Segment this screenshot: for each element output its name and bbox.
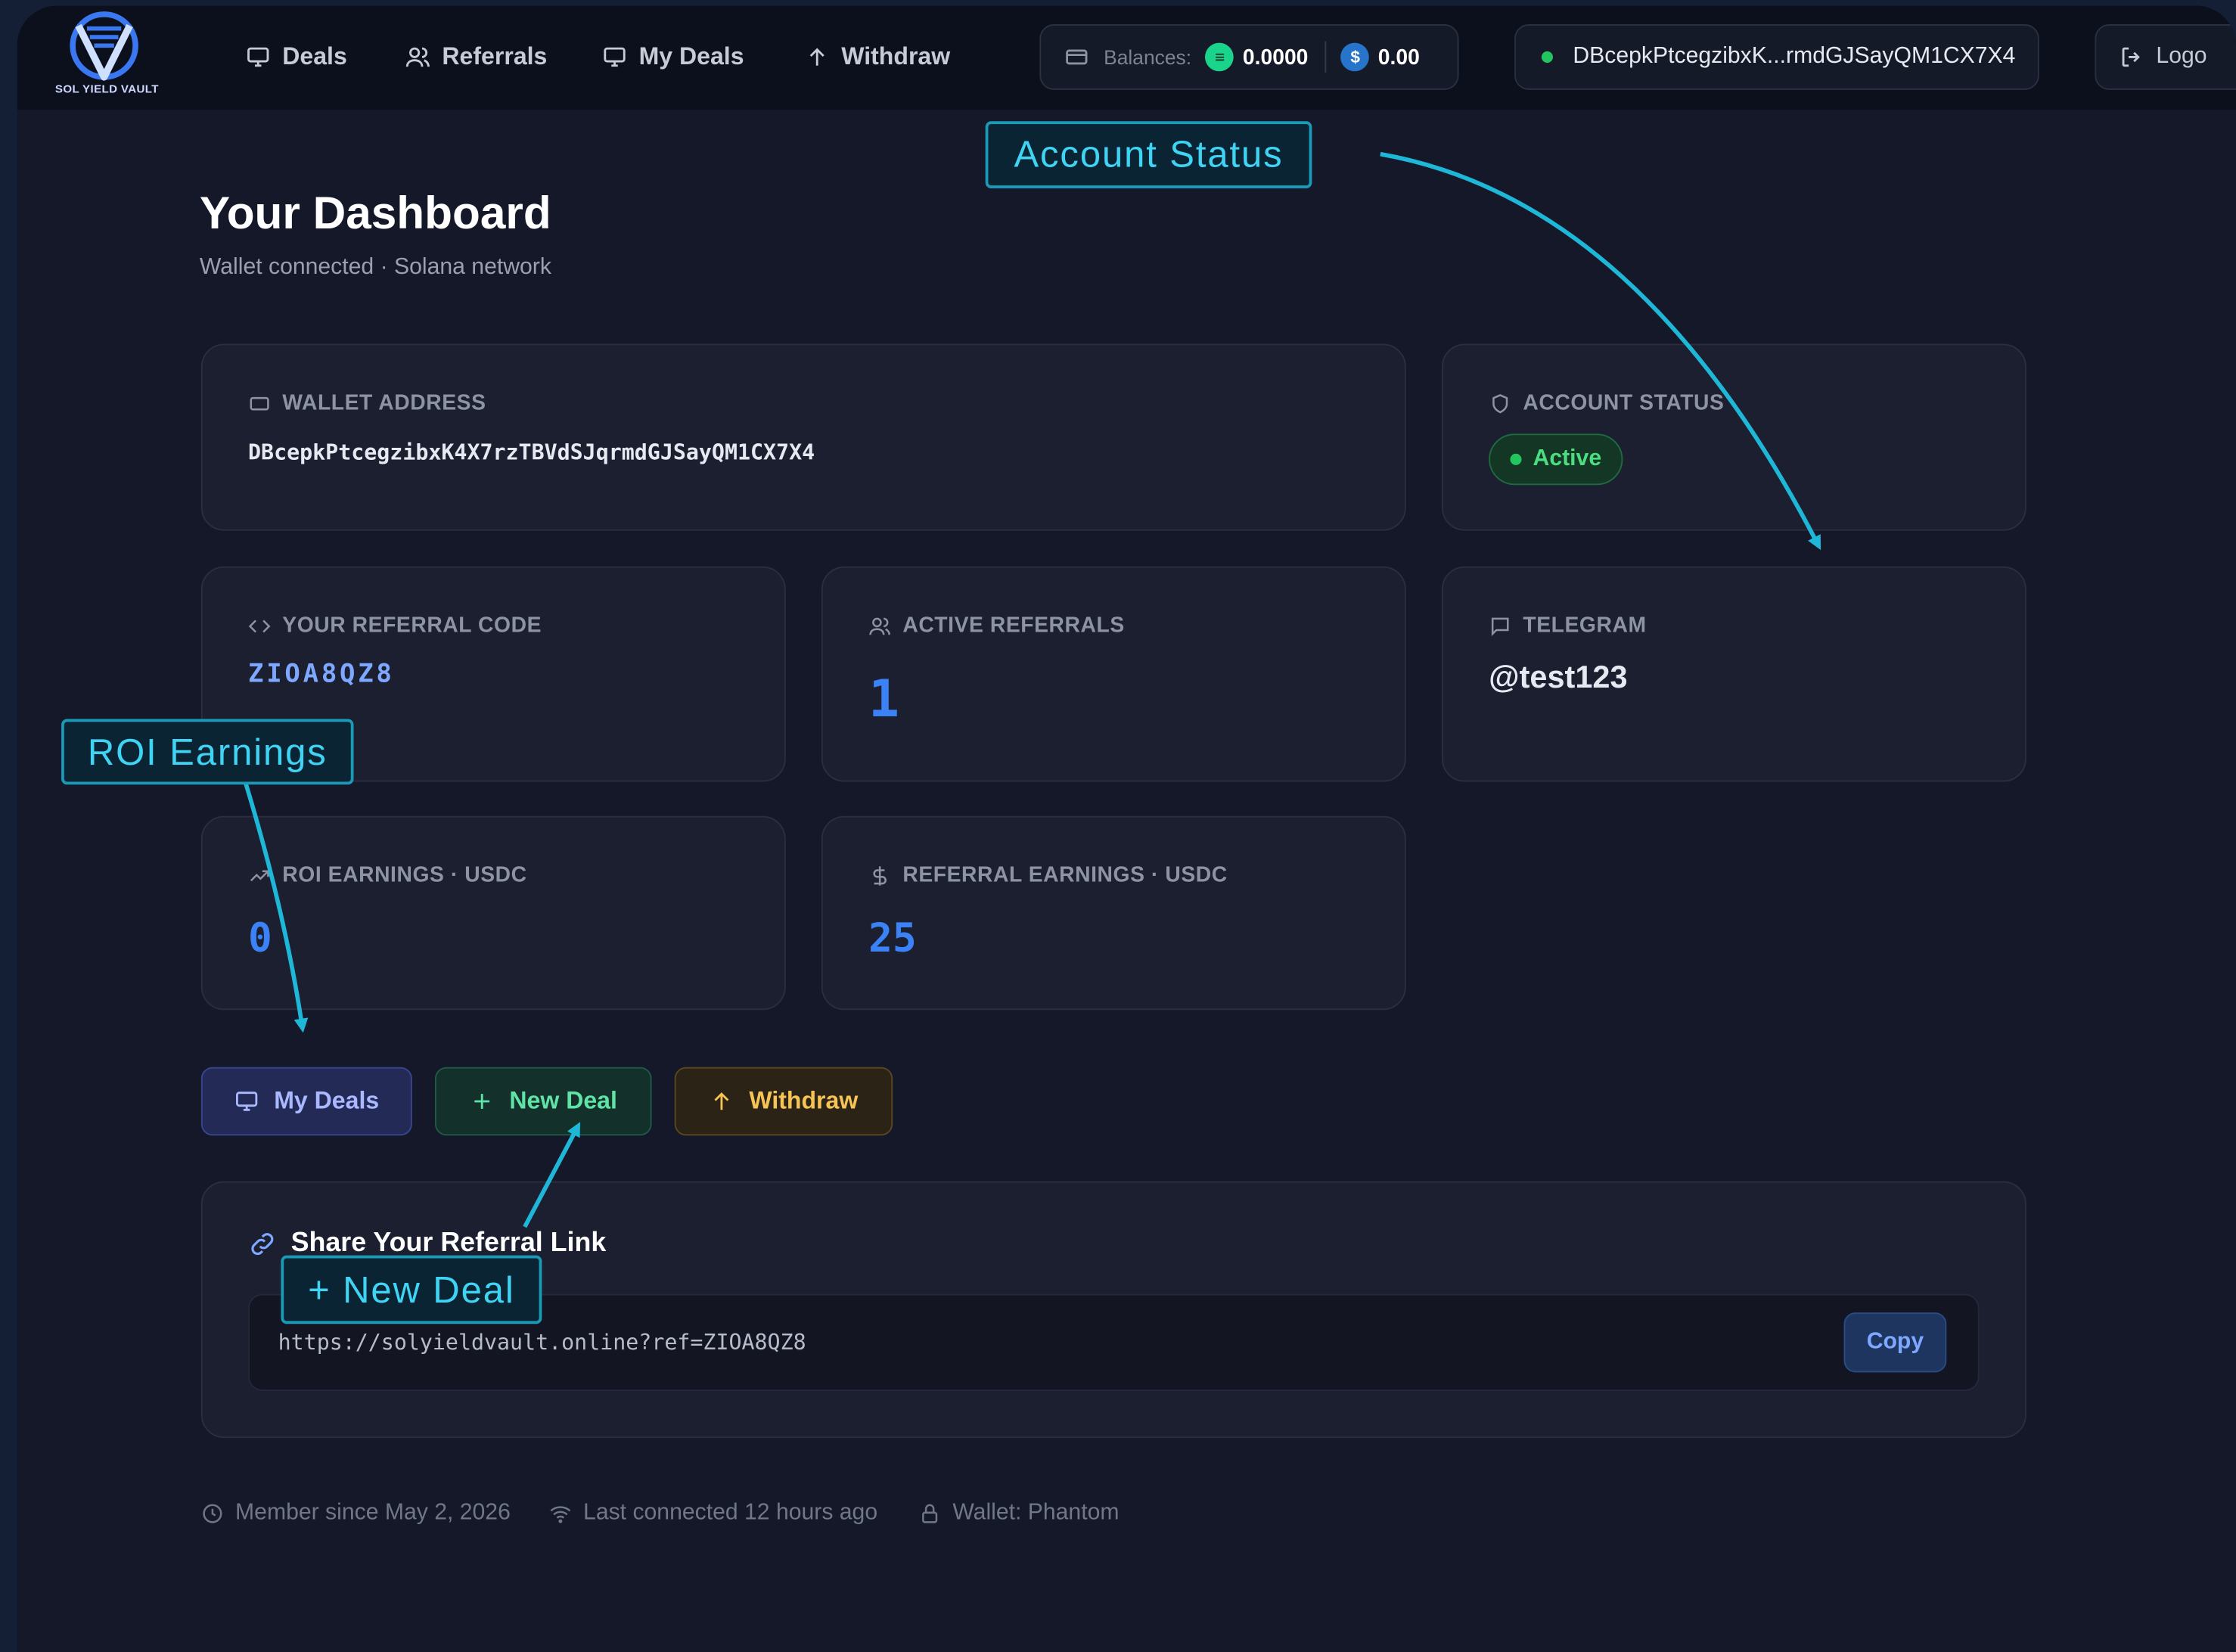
my-deals-button[interactable]: My Deals	[200, 1067, 412, 1136]
nav-my-deals-label: My Deals	[638, 42, 744, 70]
balances-label: Balances:	[1104, 45, 1192, 69]
shield-icon	[1492, 393, 1508, 413]
withdraw-button[interactable]: Withdraw	[674, 1067, 893, 1136]
wallet-address-label: Wallet Address	[248, 391, 486, 415]
referral-code-label: Your Referral Code	[248, 613, 542, 638]
new-deal-button[interactable]: New Deal	[434, 1067, 652, 1136]
monitor-icon	[247, 47, 269, 67]
logo[interactable]: SOL YIELD VAULT	[40, 8, 169, 105]
referral-earnings-card: Referral Earnings · USDC 25	[821, 815, 1406, 1011]
message-icon	[1491, 616, 1509, 636]
nav-my-deals[interactable]: My Deals	[602, 37, 744, 77]
active-referrals-card: Active Referrals 1	[821, 566, 1406, 782]
wallet-pill[interactable]: DBcepkPtcegzibxK...rmdGJSayQM1CX7X4	[1514, 24, 2039, 90]
arrow-up-icon	[809, 48, 825, 66]
roi-earnings-value: 0	[248, 914, 272, 962]
users-icon	[405, 47, 430, 67]
link-icon	[251, 1233, 274, 1256]
active-referrals-value: 1	[868, 670, 899, 729]
my-deals-label: My Deals	[274, 1087, 380, 1114]
wallet-address-value[interactable]: DBcepkPtcegzibxK4X7rzTBVdSJqrmdGJSayQM1C…	[248, 439, 815, 465]
wallet-type: Wallet: Phantom	[918, 1501, 1119, 1526]
status-badge: Active	[1489, 433, 1623, 486]
sol-token-icon: ≡	[1205, 42, 1234, 72]
logout-icon	[2122, 47, 2140, 67]
page-title: Your Dashboard	[199, 187, 551, 238]
wallet-address-card: Wallet Address DBcepkPtcegzibxK4X7rzTBVd…	[200, 343, 1406, 531]
usdc-token-icon: $	[1340, 42, 1370, 72]
sol-balance: 0.0000	[1242, 45, 1309, 70]
new-deal-label: New Deal	[509, 1087, 617, 1114]
status-text: Active	[1533, 446, 1602, 471]
wifi-icon	[550, 1506, 571, 1523]
logo-text: SOL YIELD VAULT	[54, 82, 159, 96]
monitor-icon	[604, 47, 626, 67]
wallet-icon	[250, 396, 269, 410]
referral-code-value[interactable]: ZIOA8QZ8	[248, 659, 395, 689]
account-status-callout: Account Status	[985, 121, 1312, 188]
telegram-value: @test123	[1489, 659, 1628, 695]
lock-icon	[922, 1504, 938, 1523]
referral-earnings-label: Referral Earnings · USDC	[868, 863, 1228, 887]
nav-deals[interactable]: Deals	[245, 37, 347, 77]
account-status-card: Account Status Active	[1441, 343, 2026, 531]
roi-earnings-callout: ROI Earnings	[61, 719, 354, 785]
usdc-balance: 0.00	[1377, 45, 1420, 70]
vault-shield-icon	[70, 11, 138, 81]
connected-dot	[1541, 51, 1553, 63]
withdraw-label: Withdraw	[749, 1087, 859, 1114]
page-subtitle: Wallet connected · Solana network	[199, 255, 551, 280]
app-window: SOL YIELD VAULT Deals Referrals My Deals…	[17, 5, 2236, 1652]
referral-earnings-value: 25	[868, 914, 917, 962]
clock-icon	[203, 1504, 222, 1523]
account-status-label: Account Status	[1489, 391, 1724, 415]
stage: SOL YIELD VAULT Deals Referrals My Deals…	[0, 0, 2236, 1652]
code-icon	[248, 619, 271, 632]
balances-widget[interactable]: Balances: ≡ 0.0000 $ 0.00	[1039, 24, 1459, 90]
telegram-label: Telegram	[1489, 613, 1646, 638]
balance-divider	[1325, 41, 1327, 73]
logout-label: Logo	[2156, 44, 2207, 69]
roi-earnings-card: ROI Earnings · USDC 0	[200, 815, 786, 1011]
member-since: Member since May 2, 2026	[201, 1501, 511, 1526]
trending-up-icon	[250, 869, 269, 881]
status-dot	[1510, 453, 1522, 465]
active-referrals-label: Active Referrals	[868, 613, 1125, 638]
logout-button[interactable]: Logo	[2095, 24, 2236, 90]
wallet-short-address: DBcepkPtcegzibxK...rmdGJSayQM1CX7X4	[1573, 44, 2016, 69]
card-icon	[1066, 49, 1088, 65]
top-nav-bar: SOL YIELD VAULT Deals Referrals My Deals…	[17, 5, 2236, 110]
dollar-icon	[873, 865, 887, 885]
last-connected: Last connected 12 hours ago	[549, 1501, 877, 1526]
new-deal-callout: + New Deal	[281, 1255, 542, 1324]
monitor-icon	[236, 1092, 258, 1111]
nav-deals-label: Deals	[282, 42, 347, 70]
telegram-card: Telegram @test123	[1441, 566, 2026, 782]
nav-withdraw[interactable]: Withdraw	[804, 37, 950, 77]
nav-referrals-label: Referrals	[442, 42, 548, 70]
nav-withdraw-label: Withdraw	[841, 42, 951, 70]
referral-link-text[interactable]: https://solyieldvault.online?ref=ZIOA8QZ…	[278, 1330, 806, 1355]
arrow-up-icon	[715, 1092, 730, 1110]
copy-button[interactable]: Copy	[1843, 1312, 1947, 1373]
nav-referrals[interactable]: Referrals	[405, 37, 547, 77]
plus-icon	[474, 1094, 490, 1109]
roi-earnings-label: ROI Earnings · USDC	[248, 863, 527, 887]
users-icon	[869, 616, 890, 635]
